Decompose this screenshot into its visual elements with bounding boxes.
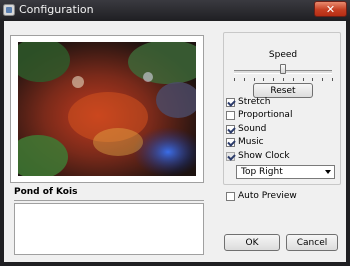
- app-icon: [3, 4, 15, 16]
- sound-option[interactable]: Sound: [226, 123, 266, 135]
- clock-position-value: Top Right: [241, 167, 283, 177]
- description-box[interactable]: [14, 203, 204, 255]
- speed-tick: [234, 78, 235, 81]
- speed-label: Speed: [268, 50, 298, 60]
- stretch-checkbox[interactable]: [226, 97, 235, 107]
- preview-image: [18, 42, 196, 176]
- show-clock-label: Show Clock: [238, 151, 290, 161]
- speed-tick: [273, 78, 275, 81]
- speed-tick: [302, 78, 304, 81]
- speed-tick: [263, 78, 265, 81]
- speed-tick: [253, 78, 255, 81]
- ok-button[interactable]: OK: [224, 234, 280, 251]
- title-bar[interactable]: Configuration ✕: [0, 0, 350, 20]
- clock-position-select[interactable]: Top Right: [236, 165, 335, 179]
- auto-preview-checkbox[interactable]: [226, 191, 235, 201]
- stretch-option[interactable]: Stretch: [226, 96, 270, 108]
- music-label: Music: [238, 137, 264, 147]
- stretch-label: Stretch: [238, 97, 271, 107]
- speed-tick: [332, 78, 333, 81]
- proportional-option[interactable]: Proportional: [226, 109, 292, 121]
- close-button[interactable]: ✕: [314, 1, 347, 17]
- auto-preview-label: Auto Preview: [238, 191, 297, 201]
- sound-label: Sound: [238, 124, 267, 134]
- show-clock-checkbox[interactable]: [226, 151, 235, 161]
- music-option[interactable]: Music: [226, 136, 264, 148]
- proportional-checkbox[interactable]: [226, 110, 235, 120]
- speed-tick: [283, 78, 284, 81]
- speed-tick: [243, 78, 245, 81]
- auto-preview-option[interactable]: Auto Preview: [226, 190, 297, 202]
- music-checkbox[interactable]: [226, 137, 235, 147]
- close-icon: ✕: [325, 2, 336, 16]
- speed-slider-thumb[interactable]: [280, 64, 286, 74]
- configuration-window: Configuration ✕ Pond of Kois Speed Reset…: [0, 0, 350, 266]
- dropdown-arrow-icon[interactable]: [325, 170, 331, 174]
- speed-tick: [292, 78, 294, 81]
- show-clock-option[interactable]: Show Clock: [226, 150, 290, 162]
- speed-tick: [312, 78, 314, 81]
- divider: [14, 200, 204, 201]
- cancel-button[interactable]: Cancel: [286, 234, 338, 251]
- proportional-label: Proportional: [238, 110, 293, 120]
- preview-frame: [10, 35, 204, 183]
- window-title: Configuration: [19, 3, 94, 16]
- sound-checkbox[interactable]: [226, 124, 235, 134]
- wallpaper-title: Pond of Kois: [14, 187, 78, 197]
- speed-tick: [322, 78, 324, 81]
- dialog-body: Pond of Kois Speed Reset: [4, 21, 346, 262]
